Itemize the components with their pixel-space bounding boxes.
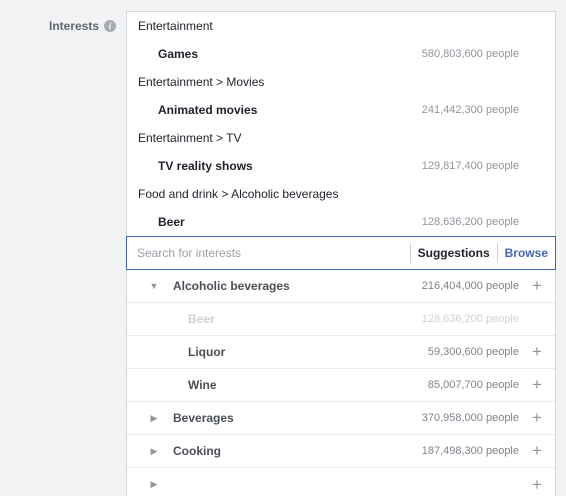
browse-item-audience: 128,636,200 people: [421, 313, 519, 325]
browse-item-audience: 187,498,300 people: [421, 445, 519, 457]
plus-icon[interactable]: +: [529, 376, 545, 393]
browse-item-name: Liquor: [188, 345, 226, 359]
selected-category-path: Food and drink > Alcoholic beverages: [138, 187, 339, 201]
selected-interest-name: Beer: [158, 215, 185, 229]
browse-item-audience: 370,958,000 people: [421, 412, 519, 424]
caret-right-icon[interactable]: ▶: [149, 479, 159, 490]
plus-icon[interactable]: +: [529, 343, 545, 360]
selected-interest-name: TV reality shows: [158, 159, 253, 173]
browse-category-row[interactable]: ▶ Cooking 187,498,300 people +: [127, 435, 555, 468]
browse-item-name: Cooking: [173, 444, 221, 458]
caret-down-icon[interactable]: ▼: [149, 281, 159, 291]
interest-search-input[interactable]: [127, 237, 410, 269]
caret-right-icon[interactable]: ▶: [149, 446, 159, 457]
plus-icon[interactable]: +: [529, 442, 545, 459]
browse-category-row[interactable]: ▶ +: [127, 468, 555, 496]
selected-interest-name: Games: [158, 47, 199, 61]
selected-interest[interactable]: Games 580,803,600 people: [127, 40, 555, 68]
interests-label: Interests i: [49, 19, 117, 33]
selected-interest-audience: 128,636,200 people: [421, 216, 519, 228]
selected-interest[interactable]: TV reality shows 129,817,400 people: [127, 152, 555, 180]
plus-icon[interactable]: +: [529, 476, 545, 493]
selected-interest[interactable]: Animated movies 241,442,300 people: [127, 96, 555, 124]
caret-right-icon[interactable]: ▶: [149, 413, 159, 424]
browse-item-row[interactable]: Wine 85,007,700 people +: [127, 369, 555, 402]
browse-tab[interactable]: Browse: [498, 246, 555, 260]
browse-item-audience: 216,404,000 people: [421, 280, 519, 292]
browse-item-row[interactable]: Liquor 59,300,600 people +: [127, 336, 555, 369]
selected-interest-audience: 129,817,400 people: [421, 160, 519, 172]
selected-interests-panel: Entertainment Games 580,803,600 people E…: [126, 11, 556, 241]
browse-category-row[interactable]: ▼ Alcoholic beverages 216,404,000 people…: [127, 270, 555, 303]
interests-targeting-section: Interests i Entertainment Games 580,803,…: [0, 0, 566, 496]
plus-icon[interactable]: +: [529, 409, 545, 426]
selected-interest[interactable]: Beer 128,636,200 people: [127, 208, 555, 236]
selected-interest-audience: 580,803,600 people: [421, 48, 519, 60]
browse-item-audience: 59,300,600 people: [427, 346, 519, 358]
interest-search-bar: Suggestions Browse: [126, 236, 556, 270]
browse-category-row[interactable]: ▶ Beverages 370,958,000 people +: [127, 402, 555, 435]
selected-category-path: Entertainment: [138, 19, 213, 33]
suggestions-tab[interactable]: Suggestions: [411, 246, 497, 260]
info-icon[interactable]: i: [104, 20, 117, 32]
browse-item-row: Beer 128,636,200 people: [127, 303, 555, 336]
selected-interest-name: Animated movies: [158, 103, 258, 117]
selected-category-path: Entertainment > Movies: [138, 75, 265, 89]
browse-item-name: Beverages: [173, 411, 234, 425]
browse-item-name: Beer: [188, 312, 215, 326]
plus-icon[interactable]: +: [529, 277, 545, 294]
selected-interest-audience: 241,442,300 people: [421, 104, 519, 116]
browse-interests-list: ▼ Alcoholic beverages 216,404,000 people…: [126, 270, 556, 496]
browse-item-audience: 85,007,700 people: [427, 379, 519, 391]
selected-category-path: Entertainment > TV: [138, 131, 242, 145]
browse-item-name: Wine: [188, 378, 217, 392]
interests-label-text: Interests: [49, 19, 100, 33]
browse-item-name: Alcoholic beverages: [173, 279, 290, 293]
